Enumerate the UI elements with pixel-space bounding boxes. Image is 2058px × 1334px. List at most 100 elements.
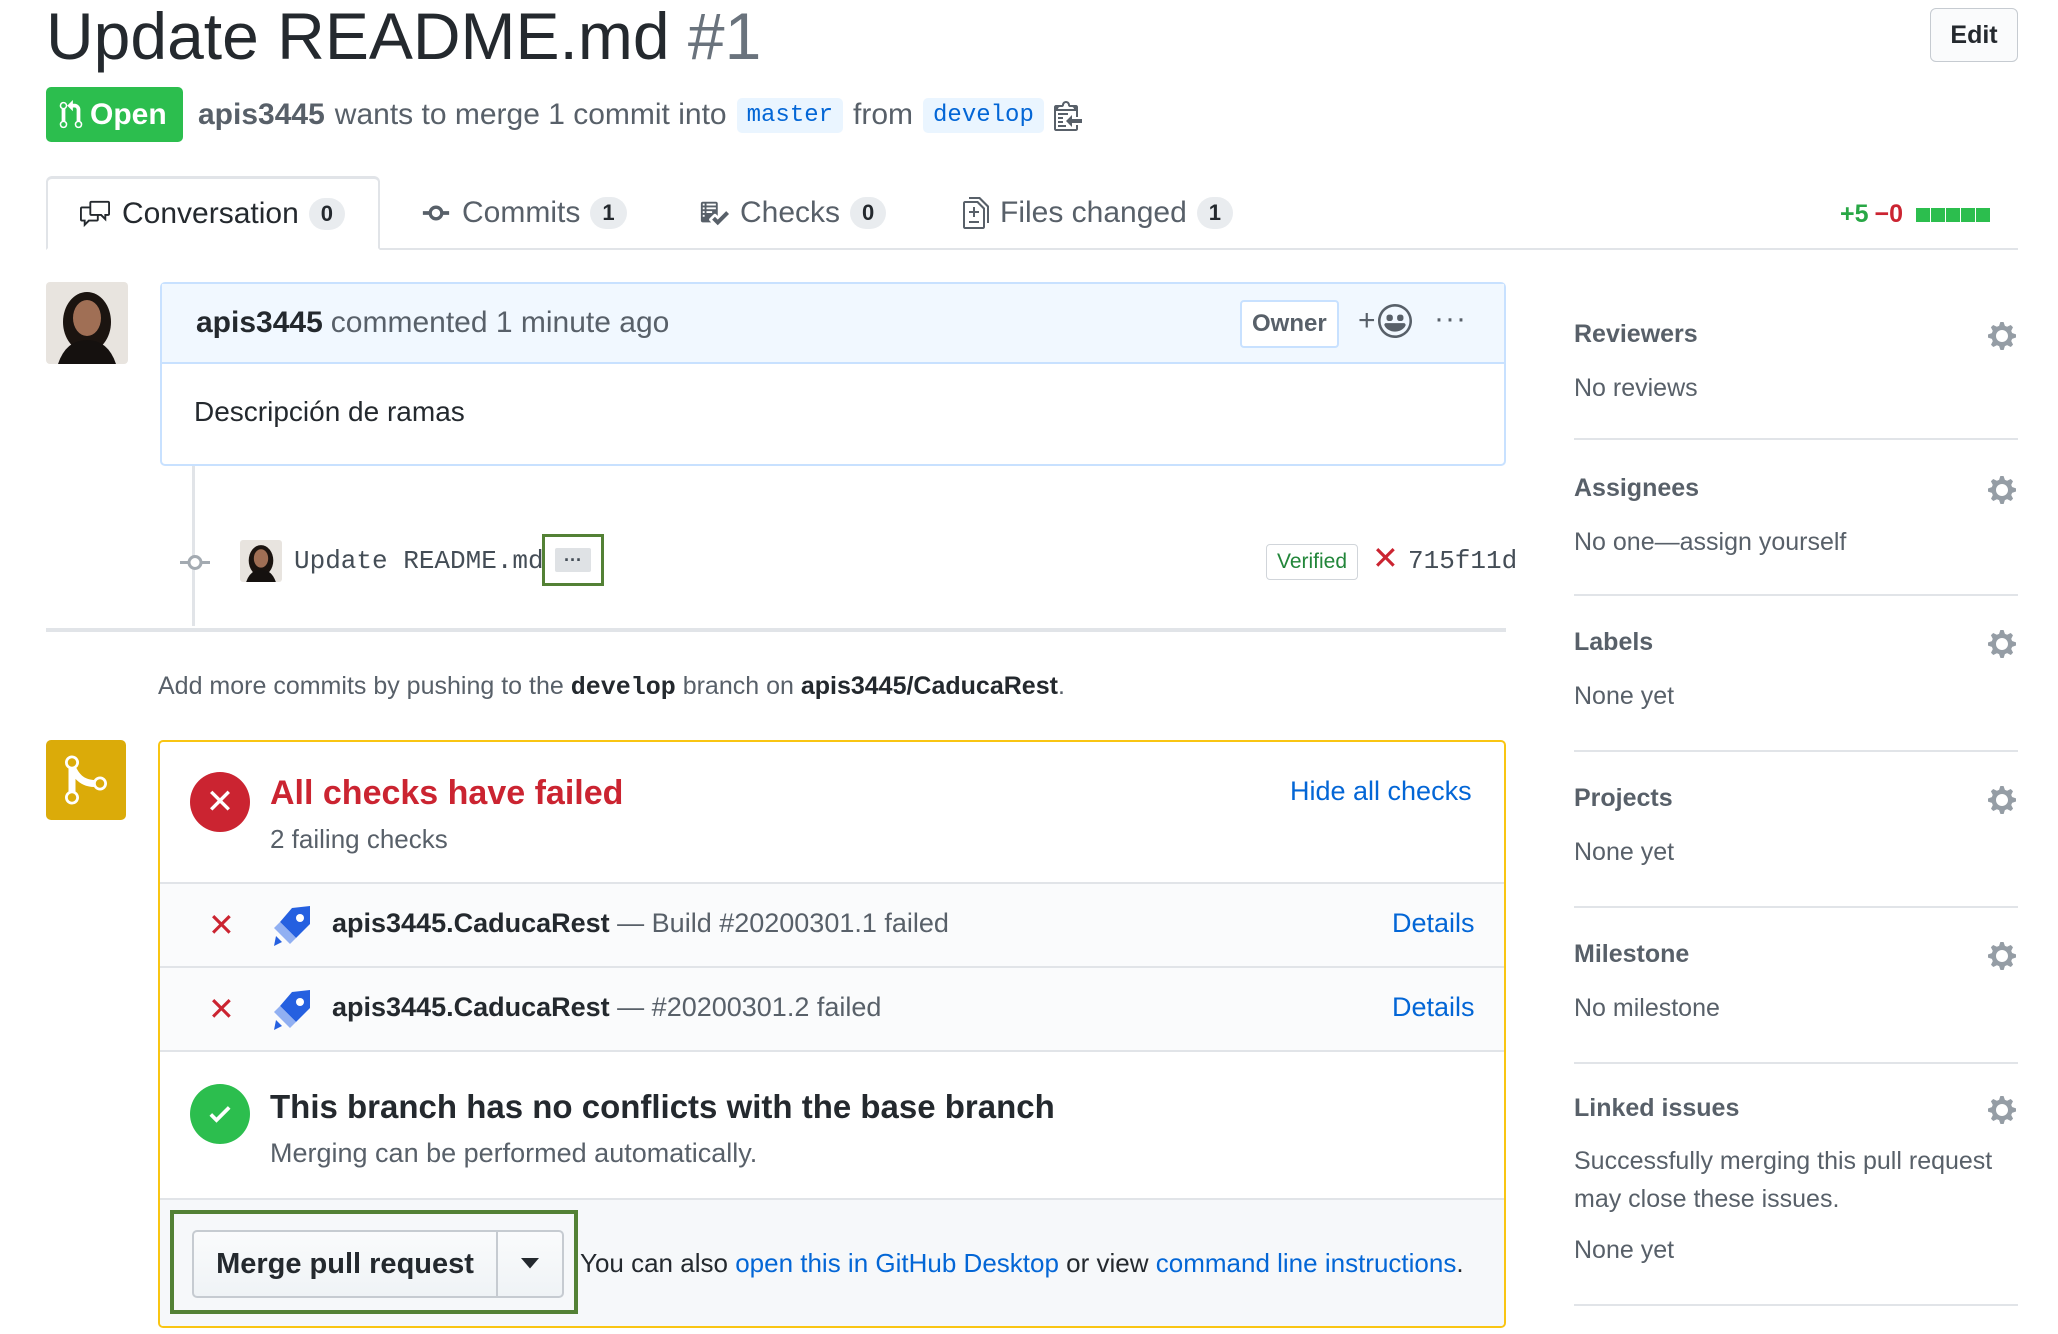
merge-text: wants to merge 1 commit into bbox=[334, 98, 727, 131]
tab-conversation[interactable]: Conversation 0 bbox=[46, 176, 380, 250]
commit-message[interactable]: Update README.md bbox=[294, 546, 544, 576]
commit-expand-button[interactable]: ··· bbox=[555, 548, 591, 572]
git-pull-request-icon bbox=[59, 99, 83, 128]
push-hint-prefix: Add more commits by pushing to the bbox=[158, 672, 564, 700]
conflict-subtitle: Merging can be performed automatically. bbox=[270, 1138, 758, 1168]
merge-alternatives: You can also open this in GitHub Desktop… bbox=[580, 1248, 1464, 1279]
merge-button-group: Merge pull request bbox=[192, 1230, 564, 1298]
head-branch[interactable]: develop bbox=[923, 97, 1044, 133]
clippy-icon[interactable] bbox=[1053, 99, 1082, 131]
git-commit-icon bbox=[180, 555, 210, 570]
tab-conversation-count: 0 bbox=[308, 197, 346, 230]
check-name: apis3445.CaducaRest bbox=[332, 992, 610, 1022]
comment-box: apis3445 commented 1 minute ago Owner + … bbox=[160, 282, 1506, 466]
gear-icon[interactable] bbox=[1986, 628, 2018, 660]
checks-subtitle: 2 failing checks bbox=[270, 824, 448, 854]
commit-ellipsis-highlight: ··· bbox=[542, 534, 604, 586]
checklist-icon bbox=[700, 201, 729, 226]
state-label: Open bbox=[90, 97, 167, 131]
check-description: — #20200301.2 failed bbox=[617, 992, 882, 1022]
push-hint-suffix: . bbox=[1057, 672, 1065, 700]
sidebar-title[interactable]: Labels bbox=[1574, 628, 1653, 657]
tab-files-changed[interactable]: Files changed 1 bbox=[962, 176, 1234, 250]
push-hint-branch: develop bbox=[570, 673, 676, 702]
sidebar-title[interactable]: Reviewers bbox=[1574, 320, 1698, 349]
azure-pipelines-icon bbox=[274, 990, 310, 1030]
smiley-icon bbox=[1377, 304, 1412, 338]
sidebar-title[interactable]: Projects bbox=[1574, 784, 1673, 813]
check-description: — Build #20200301.1 failed bbox=[617, 908, 949, 938]
verified-badge[interactable]: Verified bbox=[1266, 544, 1359, 580]
checks-title: All checks have failed bbox=[270, 774, 624, 812]
comment-more-button[interactable]: ··· bbox=[1434, 302, 1467, 336]
check-circle-icon bbox=[190, 1084, 250, 1144]
gear-icon[interactable] bbox=[1986, 1094, 2018, 1126]
sidebar-title[interactable]: Assignees bbox=[1574, 474, 1699, 503]
comment-body: Descripción de ramas bbox=[194, 396, 465, 427]
merge-alt-prefix: You can also bbox=[580, 1248, 728, 1278]
sidebar-value: No milestone bbox=[1574, 994, 1720, 1022]
tab-checks-label: Checks bbox=[740, 196, 841, 229]
merge-alt-middle: or view bbox=[1066, 1248, 1149, 1278]
pr-title-text: Update README.md bbox=[46, 0, 670, 73]
diffstat-bar bbox=[1915, 200, 1991, 229]
check-text: apis3445.CaducaRest — Build #20200301.1 … bbox=[332, 908, 949, 939]
sidebar-assignees: Assignees No one—assign yourself bbox=[1574, 442, 2018, 596]
commit-sha[interactable]: 715f11d bbox=[1408, 546, 1517, 576]
avatar[interactable] bbox=[46, 282, 128, 364]
add-reaction-button[interactable]: + bbox=[1358, 304, 1412, 338]
comment-meta[interactable]: commented 1 minute ago bbox=[331, 306, 670, 340]
sidebar-value-secondary: None yet bbox=[1574, 1236, 1675, 1264]
push-hint-middle: branch on bbox=[682, 672, 794, 700]
merge-alt-suffix: . bbox=[1456, 1248, 1464, 1278]
tab-checks[interactable]: Checks 0 bbox=[698, 176, 887, 250]
sidebar-value: None yet bbox=[1574, 838, 1675, 866]
check-text: apis3445.CaducaRest — #20200301.2 failed bbox=[332, 992, 881, 1023]
edit-button[interactable]: Edit bbox=[1930, 8, 2018, 62]
sidebar-title[interactable]: Linked issues bbox=[1574, 1094, 1739, 1123]
state-badge: Open bbox=[46, 87, 183, 142]
details-link[interactable]: Details bbox=[1392, 908, 1475, 939]
sidebar-value: No reviews bbox=[1574, 374, 1698, 402]
commit-status-fail-icon[interactable]: ✕ bbox=[1372, 542, 1399, 574]
sidebar-title[interactable]: Milestone bbox=[1574, 940, 1689, 969]
gear-icon[interactable] bbox=[1986, 320, 2018, 352]
tab-files-changed-label: Files changed bbox=[1000, 196, 1187, 229]
timeline-separator bbox=[46, 628, 1506, 632]
pr-title: Update README.md #1 bbox=[46, 0, 761, 72]
commit-row: Update README.md ··· Verified ✕ 715f11d bbox=[176, 534, 1517, 590]
comment-author[interactable]: apis3445 bbox=[196, 306, 323, 340]
conflict-status: This branch has no conflicts with the ba… bbox=[160, 1054, 1504, 1200]
gear-icon[interactable] bbox=[1986, 474, 2018, 506]
commit-avatar[interactable] bbox=[240, 540, 282, 582]
comment-discussion-icon bbox=[80, 200, 110, 227]
open-desktop-link[interactable]: open this in GitHub Desktop bbox=[735, 1248, 1059, 1278]
sidebar-labels: Labels None yet bbox=[1574, 598, 2018, 752]
push-hint-repo: apis3445/CaducaRest bbox=[800, 672, 1058, 700]
base-branch[interactable]: master bbox=[736, 97, 844, 133]
merge-action-bar: Merge pull request You can also open thi… bbox=[160, 1200, 1504, 1326]
details-link[interactable]: Details bbox=[1392, 992, 1475, 1023]
checks-header: ✕ All checks have failed 2 failing check… bbox=[160, 742, 1504, 884]
sidebar-value: None yet bbox=[1574, 682, 1675, 710]
author-link[interactable]: apis3445 bbox=[198, 98, 325, 132]
sidebar-projects: Projects None yet bbox=[1574, 754, 2018, 908]
sidebar-value[interactable]: No one—assign yourself bbox=[1574, 528, 1846, 557]
gear-icon[interactable] bbox=[1986, 784, 2018, 816]
tab-commits-label: Commits bbox=[462, 196, 581, 229]
pr-number: #1 bbox=[687, 0, 762, 73]
command-line-link[interactable]: command line instructions bbox=[1156, 1248, 1457, 1278]
azure-pipelines-icon bbox=[274, 906, 310, 946]
gear-icon[interactable] bbox=[1986, 940, 2018, 972]
add-reaction-plus: + bbox=[1358, 304, 1376, 337]
merge-pull-request-button[interactable]: Merge pull request bbox=[194, 1232, 498, 1296]
check-row: ✕ apis3445.CaducaRest — #20200301.2 fail… bbox=[160, 968, 1504, 1052]
x-icon: ✕ bbox=[208, 991, 235, 1027]
check-name: apis3445.CaducaRest bbox=[332, 908, 610, 938]
tab-conversation-label: Conversation bbox=[122, 196, 299, 230]
tab-commits[interactable]: Commits 1 bbox=[420, 176, 627, 250]
hide-checks-link[interactable]: Hide all checks bbox=[1290, 776, 1472, 807]
from-text: from bbox=[853, 98, 914, 131]
merge-method-dropdown[interactable] bbox=[498, 1232, 562, 1296]
tab-commits-count: 1 bbox=[590, 197, 627, 229]
